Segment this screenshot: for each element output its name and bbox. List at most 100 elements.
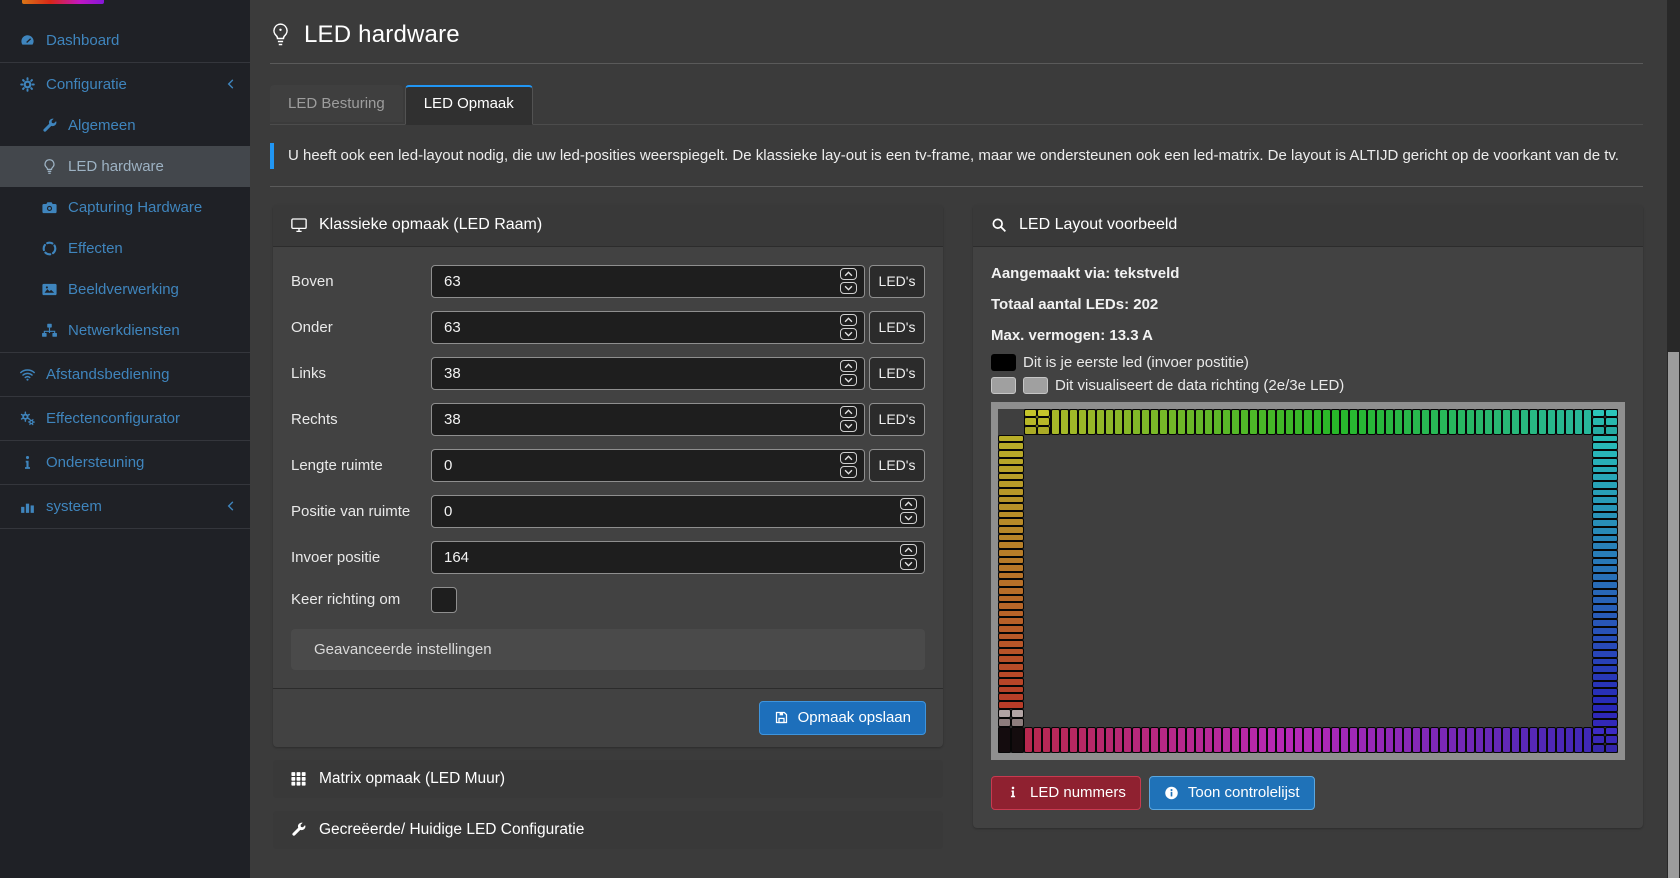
led-cell: [998, 678, 1024, 686]
number-spinner: [840, 360, 857, 386]
form-row-invoer-positie: Invoer positie: [291, 541, 925, 574]
links-input[interactable]: [431, 357, 865, 390]
chart-icon: [18, 498, 36, 516]
led-cell: [1376, 409, 1385, 435]
sidebar-item-algemeen[interactable]: Algemeen: [0, 105, 250, 146]
spinner-down-button[interactable]: [840, 466, 857, 478]
toon-controlelijst-button[interactable]: Toon controlelijst: [1149, 776, 1315, 810]
matrix-layout-toggle[interactable]: Matrix opmaak (LED Muur): [273, 760, 943, 798]
led-cell: [1213, 409, 1222, 435]
lightbulb-icon: [270, 22, 291, 48]
led-cell: [1141, 727, 1150, 753]
sidebar-item-beeldverwerking[interactable]: Beeldverwerking: [0, 269, 250, 310]
tab-led-opmaak[interactable]: LED Opmaak: [405, 85, 533, 125]
onder-input[interactable]: [431, 311, 865, 344]
wrench-icon: [40, 117, 58, 135]
sidebar-item-dashboard[interactable]: Dashboard: [0, 20, 250, 61]
led-cell: [1605, 426, 1618, 435]
led-cell: [1592, 712, 1618, 720]
led-cell: [1168, 727, 1177, 753]
save-layout-button[interactable]: Opmaak opslaan: [759, 701, 926, 735]
sidebar-item-label: Effecten: [68, 240, 123, 257]
sidebar-item-netwerkdiensten[interactable]: Netwerkdiensten: [0, 310, 250, 351]
sidebar-item-label: Effectenconfigurator: [46, 410, 180, 427]
led-cell: [1592, 673, 1618, 681]
spinner-up-button[interactable]: [840, 314, 857, 326]
led-cell: [1592, 542, 1618, 550]
sidebar-item-capturing-hardware[interactable]: Capturing Hardware: [0, 187, 250, 228]
led-cell: [1231, 409, 1240, 435]
sidebar-item-systeem[interactable]: systeem: [0, 486, 250, 527]
led-cell: [1592, 704, 1618, 712]
led-cell: [1313, 409, 1322, 435]
led-cell: [1340, 409, 1349, 435]
spinner-down-button[interactable]: [840, 420, 857, 432]
sidebar-item-effectenconfigurator[interactable]: Effectenconfigurator: [0, 398, 250, 439]
spinner-up-button[interactable]: [900, 544, 917, 556]
boven-input[interactable]: [431, 265, 865, 298]
positie-van-ruimte-input[interactable]: [431, 495, 925, 528]
unit-label: LED's: [869, 449, 925, 482]
number-spinner: [840, 314, 857, 340]
led-cell: [1285, 409, 1294, 435]
max-power-text: Max. vermogen: 13.3 A: [991, 327, 1625, 344]
spinner-up-button[interactable]: [900, 498, 917, 510]
tab-led-besturing[interactable]: LED Besturing: [270, 85, 403, 122]
led-cell: [1556, 409, 1565, 435]
led-cell: [1294, 409, 1303, 435]
form-row-onder: OnderLED's: [291, 311, 925, 344]
led-cell: [1168, 409, 1177, 435]
info-icon: [1006, 785, 1021, 800]
led-cell: [1592, 727, 1605, 736]
direction-swatch-1: [991, 377, 1016, 394]
led-cell: [998, 503, 1024, 511]
classic-layout-title: Klassieke opmaak (LED Raam): [319, 216, 542, 234]
led-cell: [1276, 727, 1285, 753]
sidebar-item-configuratie[interactable]: Configuratie: [0, 64, 250, 105]
spinner-down-button[interactable]: [840, 374, 857, 386]
led-cell: [1592, 665, 1618, 673]
lengte-ruimte-input[interactable]: [431, 449, 865, 482]
spinner-down-button[interactable]: [840, 282, 857, 294]
advanced-settings-toggle[interactable]: Geavanceerde instellingen: [291, 629, 925, 670]
led-cell: [1037, 409, 1050, 418]
spinner-down-button[interactable]: [900, 512, 917, 524]
gauge-icon: [18, 32, 36, 50]
spinner-down-button[interactable]: [840, 328, 857, 340]
sidebar-item-effecten[interactable]: Effecten: [0, 228, 250, 269]
scrollbar-thumb[interactable]: [1668, 352, 1679, 878]
first-led-cell: [998, 727, 1011, 753]
image-icon: [40, 281, 58, 299]
led-cell: [1132, 409, 1141, 435]
reverse-direction-checkbox[interactable]: [431, 587, 457, 613]
spinner-up-button[interactable]: [840, 406, 857, 418]
sidebar-divider: [0, 396, 250, 397]
direction-led-cell: [1011, 718, 1024, 727]
sidebar-item-label: LED hardware: [68, 158, 164, 175]
led-cell: [1051, 409, 1060, 435]
wifi-icon: [18, 366, 36, 384]
spinner-up-button[interactable]: [840, 360, 857, 372]
current-config-toggle[interactable]: Gecreëerde/ Huidige LED Configuratie: [273, 811, 943, 849]
sidebar-item-afstandsbediening[interactable]: Afstandsbediening: [0, 354, 250, 395]
preview-buttons: LED nummersToon controlelijst: [991, 776, 1625, 810]
spinner-down-button[interactable]: [900, 558, 917, 570]
rechts-input[interactable]: [431, 403, 865, 436]
led-cell: [1105, 409, 1114, 435]
current-config-title: Gecreëerde/ Huidige LED Configuratie: [319, 821, 584, 839]
led-cell: [998, 693, 1024, 701]
page-scrollbar[interactable]: [1667, 0, 1680, 878]
led-cell: [1123, 727, 1132, 753]
led-cell: [1466, 409, 1475, 435]
sidebar-item-ondersteuning[interactable]: Ondersteuning: [0, 442, 250, 483]
sidebar-item-led-hardware[interactable]: LED hardware: [0, 146, 250, 187]
sidebar-nav: Dashboard Configuratie Algemeen LED hardwar…: [0, 20, 250, 530]
sidebar-item-label: Configuratie: [46, 76, 127, 93]
spinner-up-button[interactable]: [840, 268, 857, 280]
spinner-up-button[interactable]: [840, 452, 857, 464]
invoer-positie-input[interactable]: [431, 541, 925, 574]
led-nummers-button[interactable]: LED nummers: [991, 776, 1141, 810]
field-label: Onder: [291, 319, 431, 336]
sidebar-divider: [0, 62, 250, 63]
led-cell: [1258, 727, 1267, 753]
